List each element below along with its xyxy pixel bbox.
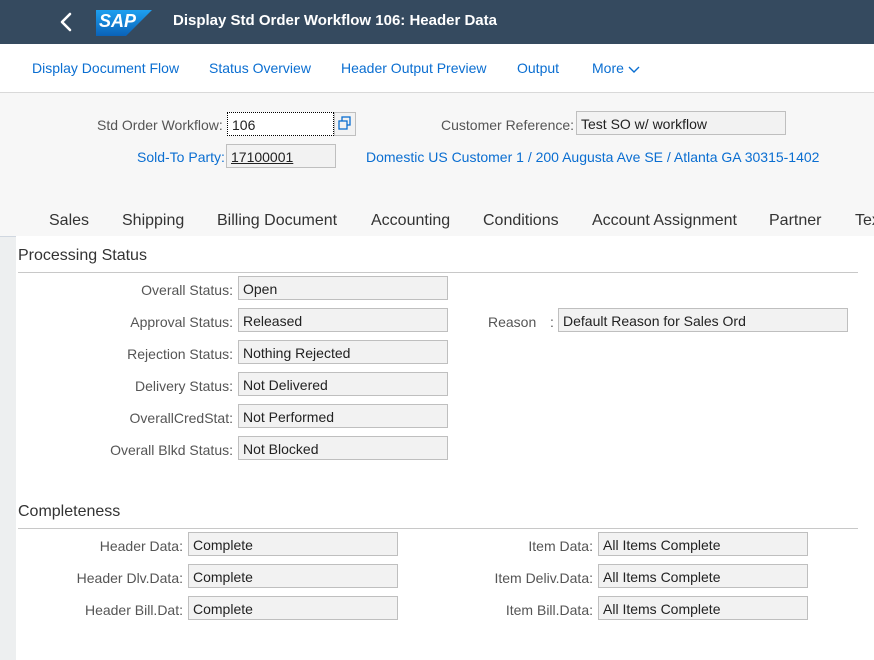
overall-blocked-status-label: Overall Blkd Status:: [110, 442, 233, 458]
item-data-field[interactable]: All Items Complete: [598, 532, 808, 556]
page-title: Display Std Order Workflow 106: Header D…: [173, 12, 497, 29]
status-overview-button[interactable]: Status Overview: [209, 60, 311, 76]
item-deliv-data-field[interactable]: All Items Complete: [598, 564, 808, 588]
tab-billing-document[interactable]: Billing Document: [217, 212, 337, 230]
std-order-field[interactable]: 106: [227, 112, 334, 136]
sold-to-party-label[interactable]: Sold-To Party:: [137, 149, 225, 165]
std-order-label: Std Order Workflow:: [97, 117, 223, 133]
overall-status-field[interactable]: Open: [238, 276, 448, 300]
more-button[interactable]: More: [592, 60, 640, 76]
reason-field[interactable]: Default Reason for Sales Ord: [558, 308, 848, 332]
output-button[interactable]: Output: [517, 60, 559, 76]
tab-accounting[interactable]: Accounting: [371, 212, 450, 230]
overall-credit-status-field[interactable]: Not Performed: [238, 404, 448, 428]
header-data-label: Header Data:: [99, 538, 183, 554]
toolbar: Display Document Flow Status Overview He…: [0, 44, 874, 93]
header-dlv-data-field[interactable]: Complete: [188, 564, 398, 588]
back-arrow-icon[interactable]: [56, 10, 78, 34]
completeness-title: Completeness: [18, 503, 121, 520]
header-bill-data-label: Header Bill.Dat:: [84, 602, 183, 618]
overall-status-label: Overall Status:: [141, 282, 233, 298]
sold-to-party-description-link[interactable]: Domestic US Customer 1 / 200 Augusta Ave…: [366, 149, 819, 165]
header-dlv-data-label: Header Dlv.Data:: [76, 570, 183, 586]
section-divider: [18, 528, 858, 529]
header-output-preview-button[interactable]: Header Output Preview: [341, 60, 487, 76]
processing-status-title: Processing Status: [18, 247, 147, 264]
item-bill-data-label: Item Bill.Data:: [505, 602, 593, 618]
shell-bar: SAP Display Std Order Workflow 106: Head…: [0, 0, 874, 44]
tab-account-assignment[interactable]: Account Assignment: [592, 212, 737, 230]
header-data-field[interactable]: Complete: [188, 532, 398, 556]
display-document-flow-button[interactable]: Display Document Flow: [32, 60, 179, 76]
tab-texts[interactable]: Texts: [855, 212, 874, 230]
tab-shipping[interactable]: Shipping: [122, 212, 184, 230]
customer-reference-field[interactable]: Test SO w/ workflow: [576, 111, 786, 135]
sold-to-party-value: 17100001: [231, 149, 294, 165]
header-bill-data-field[interactable]: Complete: [188, 596, 398, 620]
sold-to-party-field[interactable]: 17100001: [226, 144, 336, 168]
customer-reference-label: Customer Reference:: [441, 117, 575, 133]
overall-credit-status-label: OverallCredStat:: [129, 410, 233, 426]
delivery-status-field[interactable]: Not Delivered: [238, 372, 448, 396]
section-divider: [18, 272, 858, 273]
reason-colon: :: [550, 314, 554, 330]
tab-sales[interactable]: Sales: [49, 212, 89, 230]
tab-conditions[interactable]: Conditions: [483, 212, 559, 230]
item-deliv-data-label: Item Deliv.Data:: [494, 570, 593, 586]
tab-partner[interactable]: Partner: [769, 212, 821, 230]
more-label: More: [592, 60, 624, 76]
reason-label: Reason: [488, 314, 537, 330]
approval-status-label: Approval Status:: [130, 314, 233, 330]
tab-bar: Sales Shipping Billing Document Accounti…: [0, 200, 874, 237]
copy-icon[interactable]: [334, 112, 356, 136]
rejection-status-label: Rejection Status:: [127, 346, 233, 362]
rejection-status-field[interactable]: Nothing Rejected: [238, 340, 448, 364]
item-data-label: Item Data:: [528, 538, 593, 554]
approval-status-field[interactable]: Released: [238, 308, 448, 332]
chevron-down-icon: [628, 66, 640, 74]
delivery-status-label: Delivery Status:: [134, 378, 233, 394]
overall-blocked-status-field[interactable]: Not Blocked: [238, 436, 448, 460]
sap-logo-text: SAP: [99, 11, 137, 31]
item-bill-data-field[interactable]: All Items Complete: [598, 596, 808, 620]
